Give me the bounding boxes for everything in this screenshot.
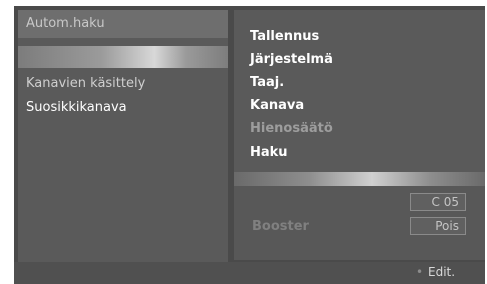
menu-title[interactable]: Autom.haku [26,16,105,31]
menu-item-suosikkikanava[interactable]: Suosikkikanava [26,100,127,115]
left-menu-panel: Autom.haku Kanavien käsittely Suosikkika… [18,10,228,284]
setting-hienosaato[interactable]: Hienosäätö [250,121,333,136]
setting-kanava[interactable]: Kanava [250,98,304,113]
tv-menu-screen: Autom.haku Kanavien käsittely Suosikkika… [14,6,485,284]
selection-highlight-bar [18,46,228,68]
setting-taaj[interactable]: Taaj. [250,75,284,90]
footer-bar: • Edit. [14,262,485,284]
setting-haku[interactable]: Haku [250,145,288,160]
setting-tallennus[interactable]: Tallennus [250,29,319,44]
booster-label: Booster [252,219,309,234]
menu-item-kanavien-kasittely[interactable]: Kanavien käsittely [26,76,145,91]
dot-icon: • [416,265,424,279]
booster-value[interactable]: Pois [410,217,466,235]
left-menu-header: Autom.haku [18,10,228,38]
channel-value[interactable]: C 05 [410,193,466,211]
settings-panel: Tallennus Järjestelmä Taaj. Kanava Hieno… [234,10,485,172]
edit-hint: Edit. [428,265,456,279]
divider-highlight-bar [234,172,485,186]
setting-jarjestelma[interactable]: Järjestelmä [250,52,333,67]
